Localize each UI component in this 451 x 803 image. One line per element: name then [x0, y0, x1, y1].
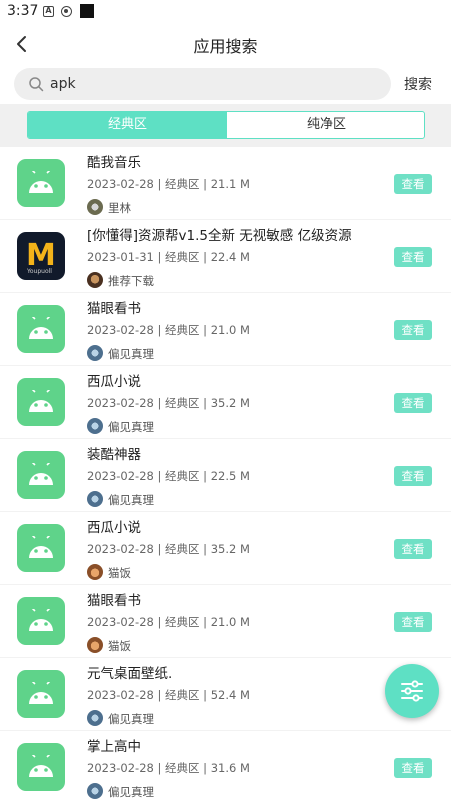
author-name: 偏见真理 — [108, 493, 154, 507]
app-name: 元气桌面壁纸. — [87, 666, 173, 682]
android-icon — [17, 159, 65, 207]
view-button[interactable]: 查看 — [394, 320, 432, 340]
author-name: 猫饭 — [108, 566, 131, 580]
app-header: 应用搜索 — [0, 24, 451, 64]
app-name: 掌上高中 — [87, 739, 141, 755]
android-icon — [17, 305, 65, 353]
filter-sliders-icon — [401, 680, 423, 702]
app-name: 西瓜小说 — [87, 520, 141, 536]
view-button[interactable]: 查看 — [394, 539, 432, 559]
search-box[interactable] — [14, 68, 391, 100]
avatar — [87, 783, 103, 799]
view-button[interactable]: 查看 — [394, 174, 432, 194]
search-button[interactable]: 搜索 — [396, 74, 440, 94]
notification-a-icon: A — [43, 6, 54, 17]
android-icon — [17, 451, 65, 499]
list-item[interactable]: 掌上高中 2023-02-28 | 经典区 | 31.6 M 偏见真理 查看 — [0, 731, 451, 803]
avatar — [87, 418, 103, 434]
avatar — [87, 491, 103, 507]
app-meta: 2023-01-31 | 经典区 | 22.4 M — [87, 250, 250, 264]
app-meta: 2023-02-28 | 经典区 | 21.1 M — [87, 177, 250, 191]
android-icon — [17, 670, 65, 718]
list-item[interactable]: 猫眼看书 2023-02-28 | 经典区 | 21.0 M 猫饭 查看 — [0, 585, 451, 657]
status-bar: 3:37 A — [0, 0, 451, 24]
android-icon — [17, 378, 65, 426]
avatar — [87, 564, 103, 580]
search-bar: 搜索 — [0, 64, 451, 104]
app-name: [你懂得]资源帮v1.5全新 无视敏感 亿级资源 — [87, 228, 352, 244]
tab-clean[interactable]: 纯净区 — [227, 112, 424, 138]
mi-icon-caption: Youpuoll — [27, 268, 52, 275]
page-title: 应用搜索 — [193, 37, 258, 56]
avatar — [87, 710, 103, 726]
avatar — [87, 637, 103, 653]
app-name: 西瓜小说 — [87, 374, 141, 390]
tab-classic[interactable]: 经典区 — [28, 112, 227, 138]
app-name: 装酷神器 — [87, 447, 141, 463]
author-name: 偏见真理 — [108, 420, 154, 434]
app-name: 猫眼看书 — [87, 593, 141, 609]
author-name: 偏见真理 — [108, 785, 154, 799]
app-meta: 2023-02-28 | 经典区 | 21.0 M — [87, 615, 250, 629]
android-icon — [17, 597, 65, 645]
app-name: 猫眼看书 — [87, 301, 141, 317]
app-meta: 2023-02-28 | 经典区 | 52.4 M — [87, 688, 250, 702]
status-time: 3:37 — [7, 3, 39, 19]
avatar — [87, 199, 103, 215]
app-meta: 2023-02-28 | 经典区 | 22.5 M — [87, 469, 250, 483]
avatar — [87, 272, 103, 288]
segment-control: 经典区 纯净区 — [27, 111, 425, 139]
view-button[interactable]: 查看 — [394, 612, 432, 632]
list-item[interactable]: 西瓜小说 2023-02-28 | 经典区 | 35.2 M 猫饭 查看 — [0, 512, 451, 584]
list-item[interactable]: 猫眼看书 2023-02-28 | 经典区 | 21.0 M 偏见真理 查看 — [0, 293, 451, 365]
author-name: 猫饭 — [108, 639, 131, 653]
mi-logo-icon: M Youpuoll — [17, 232, 65, 280]
search-input[interactable] — [50, 74, 370, 94]
author-name: 里林 — [108, 201, 131, 215]
list-item[interactable]: M Youpuoll [你懂得]资源帮v1.5全新 无视敏感 亿级资源 2023… — [0, 220, 451, 292]
tab-bar: 经典区 纯净区 — [0, 104, 451, 147]
author-name: 推荐下载 — [108, 274, 154, 288]
app-meta: 2023-02-28 | 经典区 | 35.2 M — [87, 542, 250, 556]
view-button[interactable]: 查看 — [394, 466, 432, 486]
app-meta: 2023-02-28 | 经典区 | 31.6 M — [87, 761, 250, 775]
view-button[interactable]: 查看 — [394, 393, 432, 413]
avatar — [87, 345, 103, 361]
notification-square-icon — [80, 4, 94, 18]
list-item[interactable]: 装酷神器 2023-02-28 | 经典区 | 22.5 M 偏见真理 查看 — [0, 439, 451, 511]
android-icon — [17, 524, 65, 572]
list-item[interactable]: 西瓜小说 2023-02-28 | 经典区 | 35.2 M 偏见真理 查看 — [0, 366, 451, 438]
view-button[interactable]: 查看 — [394, 758, 432, 778]
view-button[interactable]: 查看 — [394, 247, 432, 267]
app-name: 酷我音乐 — [87, 155, 141, 171]
list-item[interactable]: 元气桌面壁纸. 2023-02-28 | 经典区 | 52.4 M 偏见真理 — [0, 658, 451, 730]
author-name: 偏见真理 — [108, 712, 154, 726]
android-icon — [17, 743, 65, 791]
app-meta: 2023-02-28 | 经典区 | 35.2 M — [87, 396, 250, 410]
list-item[interactable]: 酷我音乐 2023-02-28 | 经典区 | 21.1 M 里林 查看 — [0, 147, 451, 219]
app-meta: 2023-02-28 | 经典区 | 21.0 M — [87, 323, 250, 337]
filter-fab-button[interactable] — [385, 664, 439, 718]
notification-circle-icon — [61, 6, 72, 17]
search-icon — [29, 77, 44, 92]
author-name: 偏见真理 — [108, 347, 154, 361]
